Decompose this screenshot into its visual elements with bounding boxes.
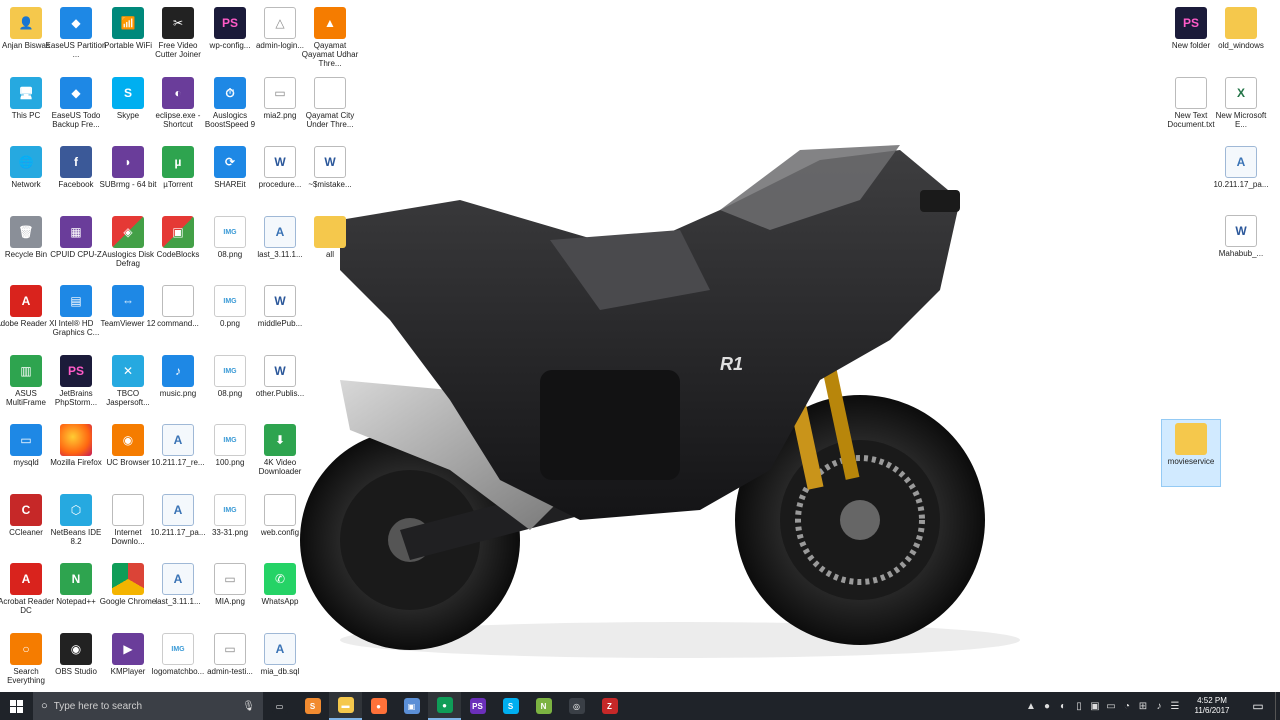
task-view-button[interactable]: ▭ (263, 692, 296, 720)
word-doc-icon: W (1225, 215, 1257, 247)
tray-icon[interactable]: ▯ (1071, 692, 1087, 720)
tray-icon[interactable]: ◐ (1055, 692, 1071, 720)
taskbar-github-button[interactable]: ◎ (560, 692, 593, 720)
taskbar-search[interactable]: ○ 🎙 (33, 692, 263, 720)
blank-file-icon (1175, 77, 1207, 109)
taskbar-firefox-icon: ● (370, 698, 387, 714)
show-desktop-button[interactable] (1275, 692, 1280, 720)
task-view-icon: ▭ (271, 698, 288, 714)
desktop-icon-label: old_windows (1218, 41, 1264, 50)
desktop-icon-label: New Microsoft E... (1215, 111, 1267, 129)
tray-icon[interactable]: ☰ (1167, 692, 1183, 720)
desktop-icon[interactable]: A 10.211.17_pa... (1212, 143, 1270, 209)
desktop-icon-label: movieservice (1167, 457, 1215, 466)
taskbar-filezilla-button[interactable]: Z (593, 692, 626, 720)
taskbar-filezilla-icon: Z (601, 698, 618, 714)
windows-logo-icon (10, 699, 23, 713)
desktop-icon-label: Mahabub_... (1218, 249, 1264, 258)
tray-icon[interactable]: ▣ (1087, 692, 1103, 720)
tray-icon[interactable]: ♪ (1151, 692, 1167, 720)
taskbar-file-explorer-button[interactable]: ▬ (329, 692, 362, 720)
clock[interactable]: 4:52 PM 11/6/2017 (1183, 696, 1241, 716)
taskbar-chrome-button[interactable]: ● (428, 692, 461, 720)
desktop-icon[interactable]: old_windows (1212, 4, 1270, 70)
zip-folder-icon (1175, 423, 1207, 455)
taskbar-notepad-plus-button[interactable]: N (527, 692, 560, 720)
excel-file-icon: X (1225, 77, 1257, 109)
taskbar-chrome-icon: ● (436, 697, 453, 713)
action-center-button[interactable]: ▭ (1241, 692, 1275, 720)
folder-icon (1225, 7, 1257, 39)
desktop-icons-right: PS New folder old_windows New Text Document… (0, 0, 1280, 692)
taskbar-pinned-apps: ▭ S ▬ ● ▣ ● PS S N ◎ Z (263, 692, 626, 720)
microphone-icon[interactable]: 🎙 (242, 701, 255, 712)
desktop-icon[interactable]: W Mahabub_... (1212, 212, 1270, 278)
taskbar-phpstorm-button[interactable]: PS (461, 692, 494, 720)
start-button[interactable] (0, 692, 33, 720)
text-file-icon: A (1225, 146, 1257, 178)
taskbar: ○ 🎙 ▭S▬●▣●PSSN◎Z ▲●◐▯▣▭◔⊞♪☰ 4:52 PM 11/6… (0, 692, 1280, 720)
search-icon: ○ (41, 700, 48, 712)
taskbar-github-icon: ◎ (568, 698, 585, 714)
desktop-icon[interactable]: movieservice (1161, 419, 1221, 487)
taskbar-sublime-button[interactable]: S (296, 692, 329, 720)
taskbar-virtualbox-button[interactable]: ▣ (395, 692, 428, 720)
taskbar-notepad-plus-icon: N (535, 698, 552, 714)
taskbar-firefox-button[interactable]: ● (362, 692, 395, 720)
desktop[interactable]: R1 👤 Anjan Biswas ◆ EaseUS Partition ... 📶 Po… (0, 0, 1280, 692)
tray-icons: ▲ ● ◐ ▯ ▣ ▭ ◔ ⊞ ♪ ☰ (1023, 692, 1183, 720)
system-tray: ▲ ● ◐ ▯ ▣ ▭ ◔ ⊞ ♪ ☰ 4:52 PM 11/6/2017 ▭ (1023, 692, 1280, 720)
taskbar-phpstorm-icon: PS (469, 698, 486, 714)
search-input[interactable] (53, 700, 237, 712)
clock-time: 4:52 PM (1197, 696, 1227, 705)
desktop-icon[interactable]: X New Microsoft E... (1212, 74, 1270, 140)
taskbar-sublime-icon: S (304, 698, 321, 714)
phpstorm-folder-icon: PS (1175, 7, 1207, 39)
taskbar-skype-icon: S (502, 698, 519, 714)
tray-icon[interactable]: ◔ (1119, 692, 1135, 720)
clock-date: 11/6/2017 (1194, 706, 1230, 715)
notification-icon: ▭ (1252, 699, 1264, 713)
taskbar-skype-button[interactable]: S (494, 692, 527, 720)
desktop-icon-label: 10.211.17_pa... (1213, 180, 1269, 189)
taskbar-virtualbox-icon: ▣ (403, 698, 420, 714)
taskbar-file-explorer-icon: ▬ (337, 697, 354, 713)
tray-icon[interactable]: ● (1039, 692, 1055, 720)
tray-icon[interactable]: ⊞ (1135, 692, 1151, 720)
tray-icon[interactable]: ▲ (1023, 692, 1039, 720)
tray-icon[interactable]: ▭ (1103, 692, 1119, 720)
